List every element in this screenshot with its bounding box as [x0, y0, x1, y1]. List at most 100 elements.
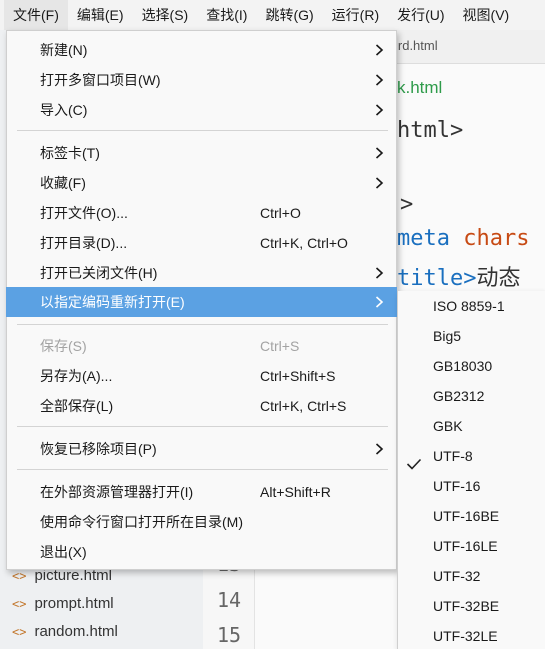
- code-line: meta chars: [397, 226, 529, 251]
- line-number: 14: [216, 588, 242, 612]
- encoding-option[interactable]: GBK: [398, 411, 545, 441]
- menu-item-label: 导入(C): [40, 102, 88, 118]
- menu-run[interactable]: 运行(R): [323, 0, 388, 30]
- breadcrumb[interactable]: k.html: [397, 78, 442, 98]
- menu-item-save-as[interactable]: 另存为(A)... Ctrl+Shift+S: [7, 361, 396, 391]
- menu-find[interactable]: 查找(I): [197, 0, 256, 30]
- code-attribute: chars: [463, 226, 530, 251]
- chevron-right-icon: [373, 258, 387, 288]
- menu-view[interactable]: 视图(V): [454, 0, 519, 30]
- editor-tab[interactable]: ird.html: [395, 38, 438, 53]
- file-menu-dropdown: 新建(N) 打开多窗口项目(W) 导入(C) 标签卡(T) 收藏(F) 打开文件…: [6, 30, 397, 570]
- encoding-label: Big5: [433, 328, 462, 344]
- encoding-option[interactable]: UTF-32: [398, 561, 545, 591]
- encoding-option-selected[interactable]: UTF-8: [398, 441, 545, 471]
- encoding-option[interactable]: UTF-32LE: [398, 621, 545, 649]
- html-file-icon: <>: [12, 625, 27, 639]
- code-tag: html>: [397, 118, 464, 143]
- menu-item-shortcut: Ctrl+K, Ctrl+O: [260, 235, 348, 251]
- encoding-option[interactable]: UTF-16BE: [398, 501, 545, 531]
- html-file-icon: <>: [12, 597, 27, 611]
- menu-item-label: 另存为(A)...: [40, 368, 113, 384]
- encoding-label: GBK: [433, 418, 463, 434]
- menu-item-label: 收藏(F): [40, 175, 86, 191]
- menu-edit[interactable]: 编辑(E): [68, 0, 133, 30]
- chevron-right-icon: [373, 95, 387, 125]
- menu-item-save: 保存(S) Ctrl+S: [7, 331, 396, 361]
- html-file-icon: <>: [12, 569, 27, 583]
- menu-goto[interactable]: 跳转(G): [256, 0, 322, 30]
- menu-item-label: 打开已关闭文件(H): [40, 265, 158, 281]
- code-text: 动态: [476, 266, 521, 291]
- encoding-option[interactable]: GB18030: [398, 351, 545, 381]
- menu-item-exit[interactable]: 退出(X): [7, 537, 396, 567]
- chevron-right-icon: [373, 434, 387, 464]
- menu-publish[interactable]: 发行(U): [388, 0, 453, 30]
- file-item[interactable]: <> random.html: [12, 623, 118, 640]
- menu-item-open-multi-window-project[interactable]: 打开多窗口项目(W): [7, 65, 396, 95]
- encoding-label: GB18030: [433, 358, 493, 374]
- menu-separator: [17, 469, 388, 470]
- menu-item-shortcut: Ctrl+Shift+S: [260, 368, 336, 384]
- encoding-label: UTF-16: [433, 478, 481, 494]
- encoding-label: ISO 8859-1: [433, 298, 505, 314]
- encoding-label: UTF-8: [433, 448, 473, 464]
- menu-item-shortcut: Ctrl+S: [260, 338, 300, 354]
- encoding-label: UTF-16LE: [433, 538, 498, 554]
- code-tag: meta: [397, 226, 450, 251]
- encoding-option[interactable]: UTF-32BE: [398, 591, 545, 621]
- menu-item-open-directory[interactable]: 打开目录(D)... Ctrl+K, Ctrl+O: [7, 228, 396, 258]
- menu-item-restore-removed[interactable]: 恢复已移除项目(P): [7, 434, 396, 464]
- menu-item-favorites[interactable]: 收藏(F): [7, 168, 396, 198]
- menu-item-label: 退出(X): [40, 544, 87, 560]
- menu-separator: [17, 324, 388, 325]
- code-line: >: [400, 192, 413, 217]
- encoding-option[interactable]: ISO 8859-1: [398, 291, 545, 321]
- encoding-option[interactable]: Big5: [398, 321, 545, 351]
- menu-bar: 文件(F) 编辑(E) 选择(S) 查找(I) 跳转(G) 运行(R) 发行(U…: [0, 0, 545, 30]
- menu-item-label: 在外部资源管理器打开(I): [40, 484, 194, 500]
- menu-file[interactable]: 文件(F): [4, 0, 68, 30]
- chevron-right-icon: [373, 138, 387, 168]
- chevron-right-icon: [373, 287, 387, 317]
- menu-item-label: 打开目录(D)...: [40, 235, 128, 251]
- menu-item-shortcut: Ctrl+K, Ctrl+S: [260, 398, 347, 414]
- menu-item-label: 标签卡(T): [40, 145, 100, 161]
- chevron-right-icon: [373, 168, 387, 198]
- menu-item-save-all[interactable]: 全部保存(L) Ctrl+K, Ctrl+S: [7, 391, 396, 421]
- menu-item-label: 打开多窗口项目(W): [40, 72, 161, 88]
- chevron-right-icon: [373, 65, 387, 95]
- menu-separator: [17, 426, 388, 427]
- file-name: random.html: [34, 623, 118, 640]
- menu-item-label: 使用命令行窗口打开所在目录(M): [40, 514, 243, 530]
- menu-item-import[interactable]: 导入(C): [7, 95, 396, 125]
- menu-select[interactable]: 选择(S): [133, 0, 198, 30]
- menu-item-label: 保存(S): [40, 338, 87, 354]
- menu-item-reopen-with-encoding[interactable]: 以指定编码重新打开(E): [6, 287, 397, 317]
- menu-item-tabs[interactable]: 标签卡(T): [7, 138, 396, 168]
- menu-item-label: 恢复已移除项目(P): [40, 441, 157, 457]
- code-line: title>动态: [397, 260, 521, 292]
- menu-item-label: 打开文件(O)...: [40, 205, 128, 221]
- encoding-submenu: ISO 8859-1 Big5 GB18030 GB2312 GBK UTF-8…: [397, 291, 545, 649]
- encoding-label: UTF-32LE: [433, 628, 498, 644]
- line-number: 15: [216, 623, 242, 647]
- encoding-option[interactable]: UTF-16LE: [398, 531, 545, 561]
- code-line: html>: [397, 118, 463, 143]
- menu-item-shortcut: Ctrl+O: [260, 205, 301, 221]
- menu-item-new[interactable]: 新建(N): [7, 35, 396, 65]
- encoding-option[interactable]: UTF-16: [398, 471, 545, 501]
- chevron-right-icon: [373, 35, 387, 65]
- code-tag: >: [400, 192, 414, 217]
- menu-item-open-file[interactable]: 打开文件(O)... Ctrl+O: [7, 198, 396, 228]
- file-name: prompt.html: [34, 595, 114, 612]
- menu-item-shortcut: Alt+Shift+R: [260, 484, 331, 500]
- encoding-label: UTF-32: [433, 568, 481, 584]
- file-item[interactable]: <> prompt.html: [12, 595, 114, 612]
- encoding-option[interactable]: GB2312: [398, 381, 545, 411]
- menu-item-open-in-terminal[interactable]: 使用命令行窗口打开所在目录(M): [7, 507, 396, 537]
- menu-item-label: 新建(N): [40, 42, 88, 58]
- menu-item-open-closed-file[interactable]: 打开已关闭文件(H): [7, 258, 396, 288]
- menu-item-open-in-explorer[interactable]: 在外部资源管理器打开(I) Alt+Shift+R: [7, 477, 396, 507]
- menu-item-label: 全部保存(L): [40, 398, 114, 414]
